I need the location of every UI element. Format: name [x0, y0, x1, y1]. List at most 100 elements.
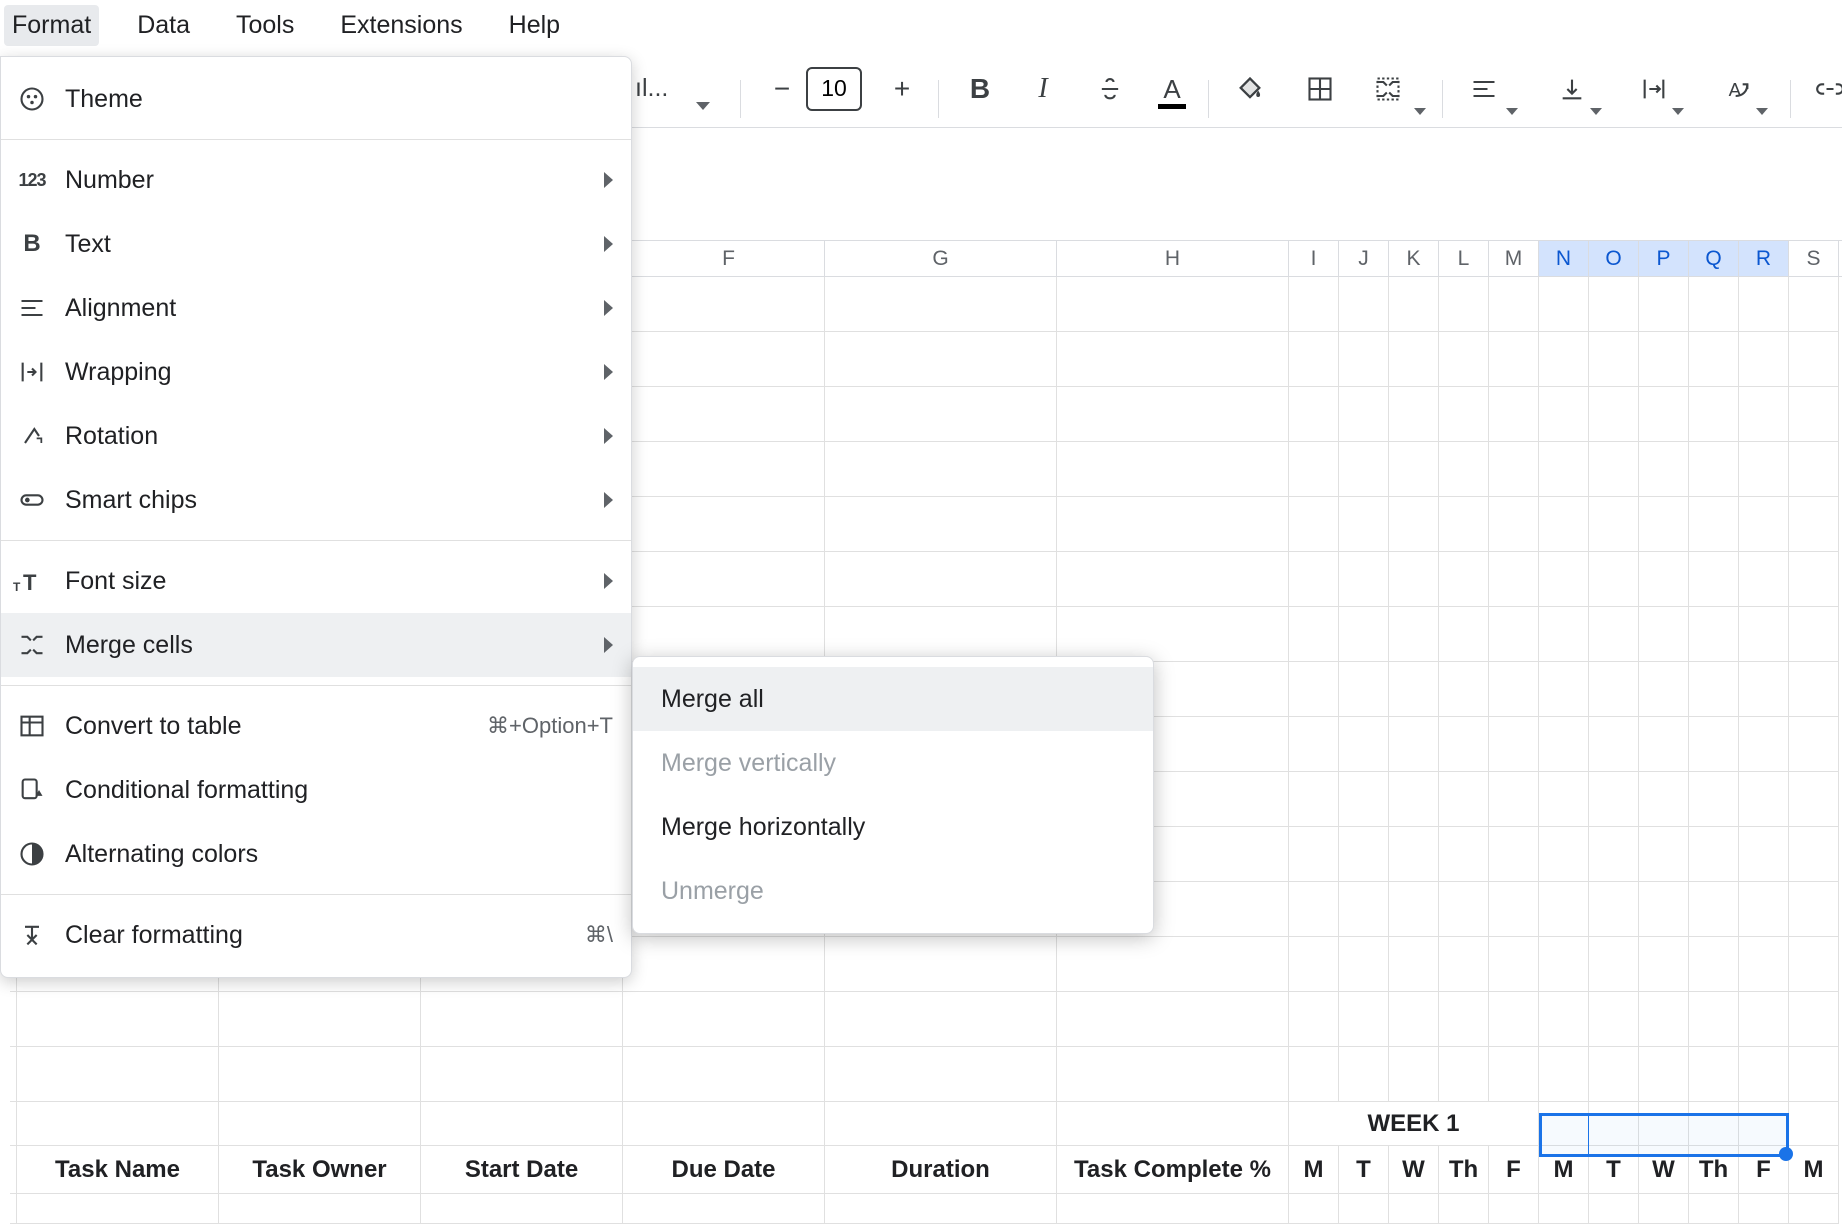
- text-wrap-button[interactable]: [1632, 67, 1676, 111]
- header-due-date[interactable]: Due Date: [623, 1146, 825, 1194]
- submenu-merge-all[interactable]: Merge all: [633, 667, 1153, 731]
- header-task-name[interactable]: Task Name: [17, 1146, 219, 1194]
- cell[interactable]: [1339, 827, 1389, 882]
- menu-item-clear-formatting[interactable]: Clear formatting ⌘\: [1, 903, 631, 967]
- cell[interactable]: [1789, 882, 1839, 937]
- cell[interactable]: [1389, 772, 1439, 827]
- cell[interactable]: [1057, 992, 1289, 1047]
- cell[interactable]: [1639, 1194, 1689, 1224]
- cell[interactable]: [1339, 662, 1389, 717]
- cell[interactable]: [1389, 882, 1439, 937]
- day-cell[interactable]: F: [1739, 1146, 1789, 1194]
- cell[interactable]: [1789, 552, 1839, 607]
- cell[interactable]: [1689, 937, 1739, 992]
- cell[interactable]: [1439, 1047, 1489, 1102]
- cell[interactable]: [1389, 1047, 1439, 1102]
- cell[interactable]: [623, 497, 825, 552]
- week1-merged-cell[interactable]: WEEK 1: [1289, 1102, 1539, 1146]
- cell[interactable]: [1289, 1047, 1339, 1102]
- cell[interactable]: [1539, 937, 1589, 992]
- cell[interactable]: [1289, 552, 1339, 607]
- cell[interactable]: [10, 992, 17, 1047]
- column-header-J[interactable]: J: [1339, 241, 1389, 276]
- cell[interactable]: [1689, 1047, 1739, 1102]
- cell[interactable]: [1689, 332, 1739, 387]
- cell[interactable]: [1389, 552, 1439, 607]
- column-header-I[interactable]: I: [1289, 241, 1339, 276]
- cell[interactable]: [1339, 497, 1389, 552]
- day-cell[interactable]: T: [1589, 1146, 1639, 1194]
- cell[interactable]: [1689, 1194, 1739, 1224]
- cell[interactable]: [1739, 607, 1789, 662]
- cell[interactable]: [1389, 387, 1439, 442]
- cell[interactable]: [1489, 1194, 1539, 1224]
- cell[interactable]: [1057, 937, 1289, 992]
- cell[interactable]: [1439, 1194, 1489, 1224]
- cell[interactable]: [10, 1194, 17, 1224]
- cell[interactable]: [825, 277, 1057, 332]
- cell[interactable]: [1057, 1102, 1289, 1146]
- cell[interactable]: [1639, 277, 1689, 332]
- cell[interactable]: [825, 387, 1057, 442]
- cell[interactable]: [1057, 1047, 1289, 1102]
- cell[interactable]: [1057, 442, 1289, 497]
- cell[interactable]: [1489, 772, 1539, 827]
- font-family-selector[interactable]: ıl...: [635, 74, 668, 103]
- cell[interactable]: [1289, 827, 1339, 882]
- cell[interactable]: [1789, 717, 1839, 772]
- cell[interactable]: [1057, 607, 1289, 662]
- cell[interactable]: [1439, 497, 1489, 552]
- cell[interactable]: [219, 1194, 421, 1224]
- cell[interactable]: [1539, 497, 1589, 552]
- cell[interactable]: [17, 1102, 219, 1146]
- column-header-Q[interactable]: Q: [1689, 241, 1739, 276]
- cell[interactable]: [1289, 882, 1339, 937]
- cell[interactable]: [1439, 607, 1489, 662]
- cell[interactable]: [1739, 662, 1789, 717]
- cell[interactable]: [1539, 992, 1589, 1047]
- column-header-F[interactable]: F: [633, 241, 825, 276]
- cell[interactable]: [1789, 442, 1839, 497]
- cell[interactable]: [1639, 937, 1689, 992]
- cell[interactable]: [1789, 497, 1839, 552]
- cell[interactable]: [1289, 497, 1339, 552]
- font-size-decrease-button[interactable]: −: [760, 67, 804, 111]
- cell[interactable]: [623, 937, 825, 992]
- cell[interactable]: [1289, 1194, 1339, 1224]
- cell[interactable]: [1639, 1102, 1689, 1146]
- column-header-K[interactable]: K: [1389, 241, 1439, 276]
- cell[interactable]: [1639, 1047, 1689, 1102]
- menu-help[interactable]: Help: [501, 5, 568, 46]
- cell[interactable]: [1489, 937, 1539, 992]
- cell[interactable]: [1439, 332, 1489, 387]
- cell[interactable]: [1489, 827, 1539, 882]
- cell[interactable]: [825, 497, 1057, 552]
- cell[interactable]: [1689, 277, 1739, 332]
- menu-tools[interactable]: Tools: [228, 5, 302, 46]
- cell[interactable]: [1589, 1102, 1639, 1146]
- cell[interactable]: [1639, 992, 1689, 1047]
- cell[interactable]: [1639, 442, 1689, 497]
- merge-dropdown-icon[interactable]: [1414, 108, 1426, 115]
- cell[interactable]: [10, 1146, 17, 1194]
- cell[interactable]: [1057, 332, 1289, 387]
- cell[interactable]: [1789, 332, 1839, 387]
- cell[interactable]: [825, 937, 1057, 992]
- cell[interactable]: [421, 1047, 623, 1102]
- cell[interactable]: [1639, 662, 1689, 717]
- font-size-input[interactable]: 10: [806, 67, 862, 111]
- cell[interactable]: [1739, 332, 1789, 387]
- cell[interactable]: [1439, 552, 1489, 607]
- cell[interactable]: [1439, 882, 1489, 937]
- cell[interactable]: [1539, 442, 1589, 497]
- cell[interactable]: [1389, 277, 1439, 332]
- cell[interactable]: [1589, 1047, 1639, 1102]
- borders-button[interactable]: [1298, 67, 1342, 111]
- cell[interactable]: [1339, 607, 1389, 662]
- cell[interactable]: [1689, 552, 1739, 607]
- cell[interactable]: [1789, 387, 1839, 442]
- day-cell[interactable]: T: [1339, 1146, 1389, 1194]
- cell[interactable]: [1289, 662, 1339, 717]
- cell[interactable]: [1439, 772, 1489, 827]
- cell[interactable]: [623, 992, 825, 1047]
